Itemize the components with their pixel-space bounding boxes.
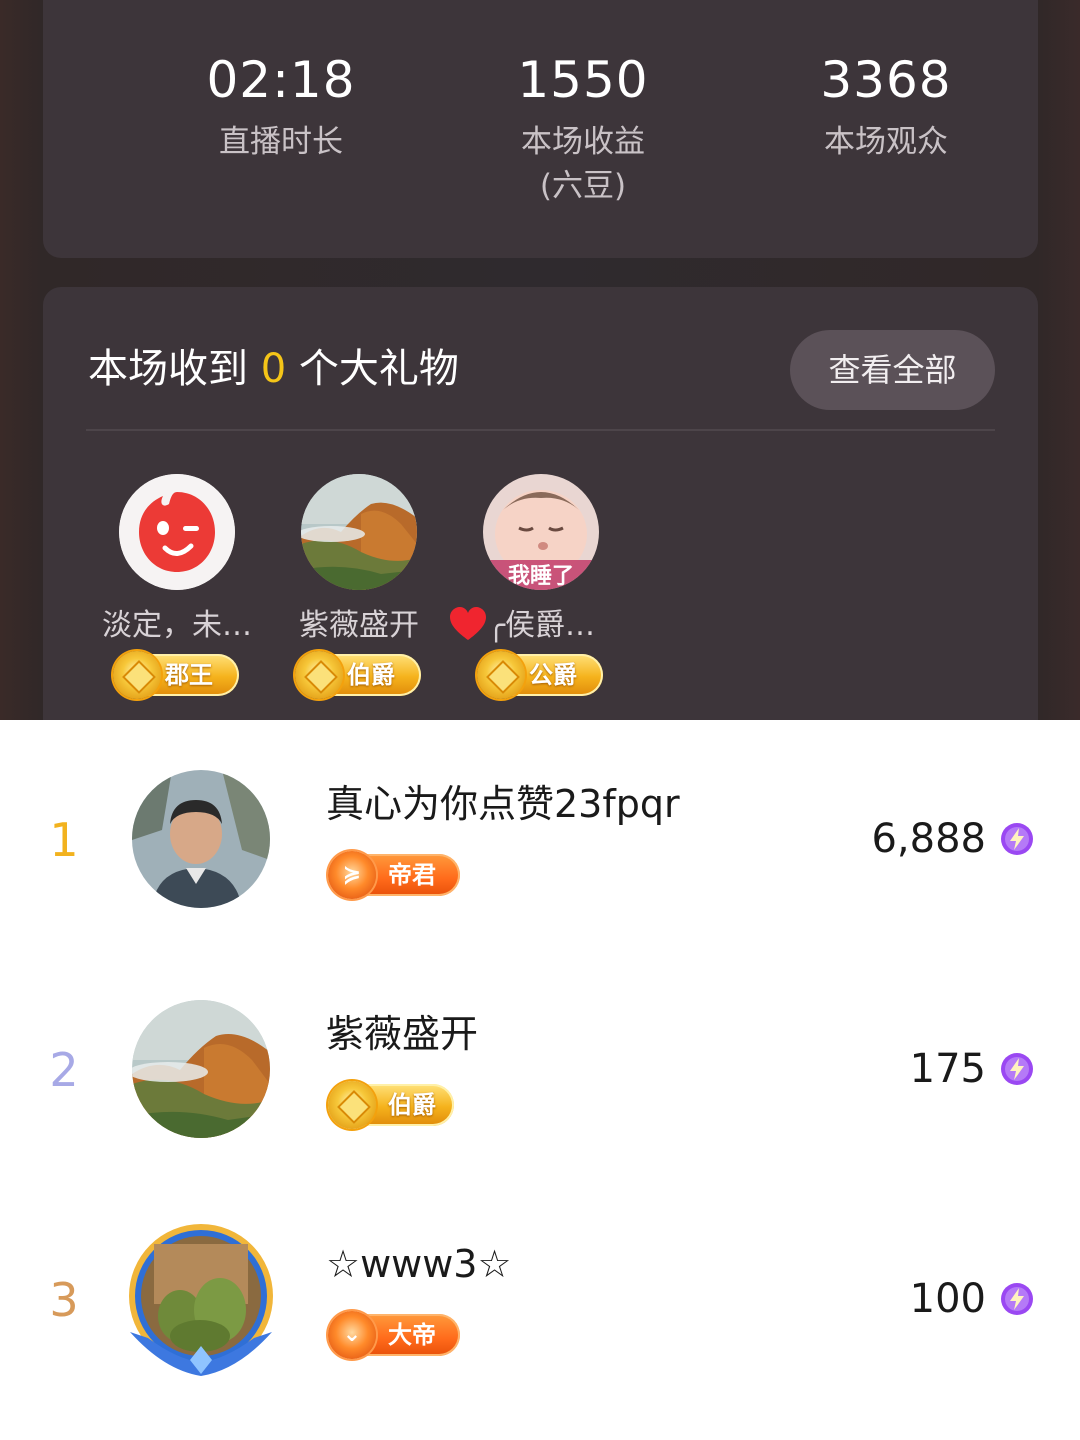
lightning-bean-icon [1000, 1052, 1034, 1086]
user-name: ☆www3☆ [326, 1242, 512, 1286]
stat-duration: 02:18 直播时长 [131, 50, 431, 164]
contribution-value: 100 [909, 1276, 986, 1322]
rank-badge: 公爵 [477, 651, 603, 699]
view-all-button[interactable]: 查看全部 [790, 330, 995, 410]
gift-title-suffix: 个大礼物 [298, 346, 459, 392]
divider [86, 429, 995, 431]
gifter-name: 紫薇盛开 [299, 608, 419, 643]
red-mascot-avatar[interactable] [119, 474, 235, 590]
coin-icon [295, 651, 343, 699]
stat-viewers-value: 3368 [820, 51, 952, 109]
rank-badge: ⌄ 大帝 [328, 1311, 460, 1359]
gifter-name: ╭侯爵… [486, 608, 596, 643]
avatar-frame[interactable] [124, 1220, 278, 1378]
stat-viewers: 3368 本场观众 [736, 50, 1036, 164]
sleeping-baby-avatar[interactable]: 我睡了 [483, 474, 599, 590]
big-gift-card: 本场收到 0 个大礼物 查看全部 淡定，未… 郡王 紫薇盛开 伯爵 我睡了 ╭侯… [43, 287, 1038, 720]
gifter-name: 淡定，未… [102, 608, 252, 643]
ranking-row[interactable]: 3 ☆www3☆ ⌄ 大帝 100 [0, 1180, 1080, 1410]
badge-label: 伯爵 [347, 661, 395, 689]
user-name: 紫薇盛开 [326, 1012, 479, 1056]
stats-card: 02:18 直播时长 1550 本场收益 (六豆) 3368 本场观众 [43, 0, 1038, 258]
rank-badge: 郡王 [113, 651, 239, 699]
gift-count: 0 [260, 346, 287, 392]
stat-income-unit: (六豆) [539, 168, 627, 204]
mountain-landscape-avatar[interactable] [301, 474, 417, 590]
ranking-row[interactable]: 1 真心为你点赞23fpqr ≽ 帝君 6,888 [0, 720, 1080, 950]
contribution-ranking-list: 1 真心为你点赞23fpqr ≽ 帝君 6,888 2 紫薇盛开 伯爵 175 … [0, 720, 1080, 1440]
live-summary-panel: 02:18 直播时长 1550 本场收益 (六豆) 3368 本场观众 本场收到… [0, 0, 1080, 720]
badge-label: 帝君 [388, 861, 436, 889]
stat-duration-value: 02:18 [206, 51, 356, 109]
gifter-item[interactable]: 淡定，未… 郡王 [87, 474, 267, 699]
badge-label: 郡王 [165, 661, 213, 689]
user-avatar[interactable] [132, 1000, 270, 1138]
user-name: 真心为你点赞23fpqr [326, 782, 680, 826]
gifter-item[interactable]: 紫薇盛开 伯爵 [269, 474, 449, 699]
lightning-bean-icon [1000, 1282, 1034, 1316]
gift-title-prefix: 本场收到 [88, 346, 248, 392]
stat-income-label: 本场收益 [521, 124, 645, 160]
chevron-coin-icon: ≽ [328, 851, 376, 899]
chevron-coin-icon: ⌄ [328, 1311, 376, 1359]
contribution-value: 175 [909, 1046, 986, 1092]
coin-icon [328, 1081, 376, 1129]
user-avatar[interactable] [132, 770, 270, 908]
stat-viewers-label: 本场观众 [824, 124, 948, 160]
coin-icon [113, 651, 161, 699]
contribution-value: 6,888 [871, 816, 986, 862]
avatar-caption: 我睡了 [507, 564, 574, 589]
badge-label: 大帝 [388, 1321, 436, 1349]
rank-number: 1 [49, 813, 79, 867]
stat-income: 1550 本场收益 (六豆) [433, 50, 733, 208]
rank-badge: 伯爵 [328, 1081, 454, 1129]
rank-number: 3 [49, 1273, 79, 1327]
stat-income-value: 1550 [517, 51, 649, 109]
lightning-bean-icon [1000, 822, 1034, 856]
gifter-item[interactable]: 我睡了 ╭侯爵… 公爵 [451, 474, 631, 699]
stat-duration-label: 直播时长 [219, 124, 343, 160]
badge-label: 伯爵 [388, 1091, 436, 1119]
rank-badge: ≽ 帝君 [328, 851, 460, 899]
rank-badge: 伯爵 [295, 651, 421, 699]
gift-summary-title: 本场收到 0 个大礼物 [88, 343, 459, 395]
coin-icon [477, 651, 525, 699]
ranking-row[interactable]: 2 紫薇盛开 伯爵 175 [0, 950, 1080, 1180]
badge-label: 公爵 [529, 661, 577, 689]
rank-number: 2 [49, 1043, 79, 1097]
